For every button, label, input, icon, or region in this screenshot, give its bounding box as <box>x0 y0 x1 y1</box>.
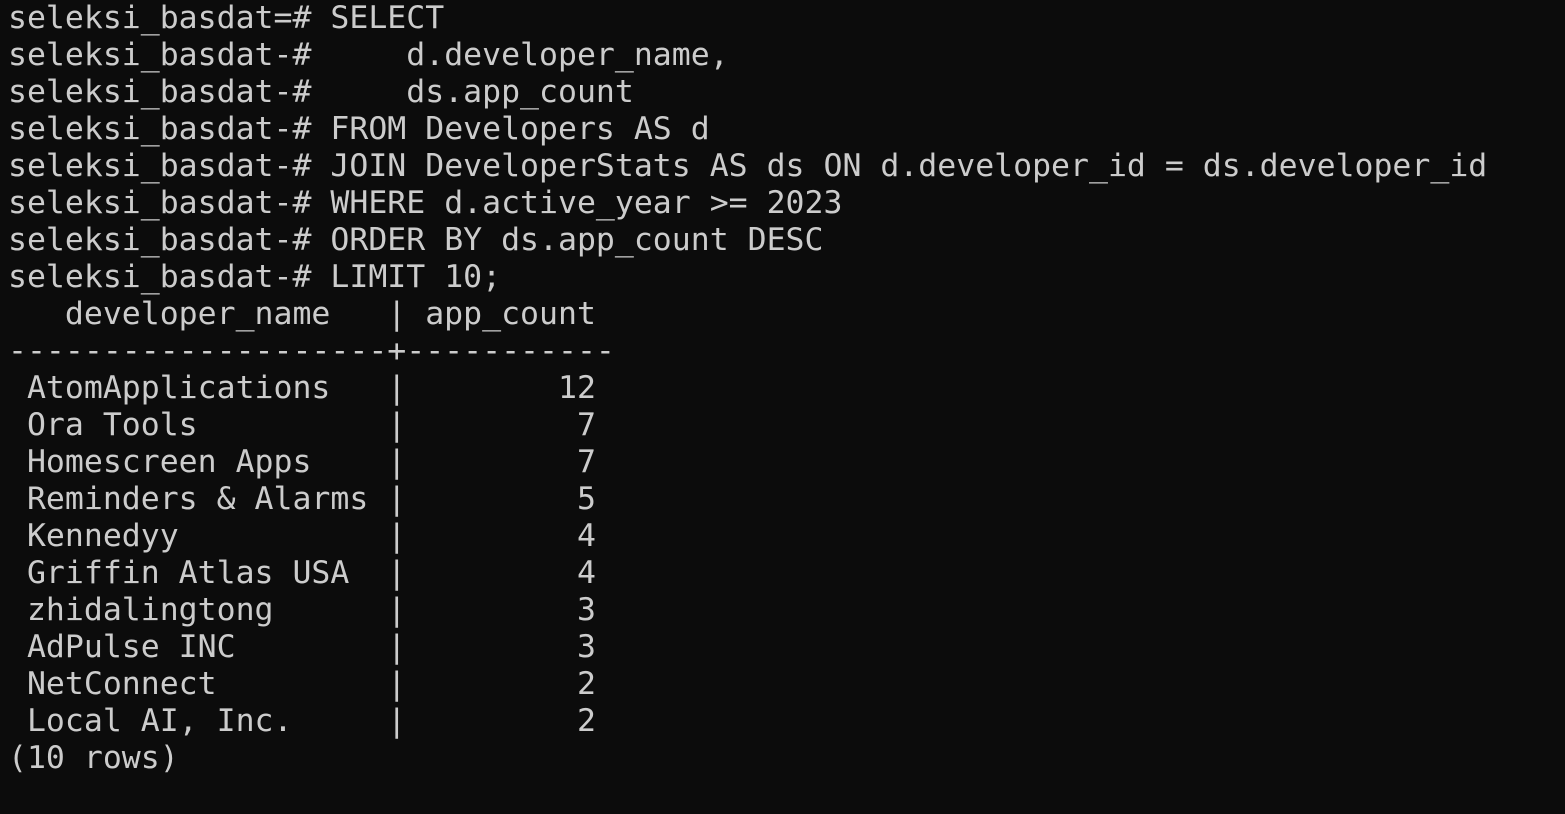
prompt: seleksi_basdat-# <box>8 259 331 295</box>
prompt: seleksi_basdat-# <box>8 74 331 110</box>
prompt: seleksi_basdat-# <box>8 185 331 221</box>
query-text: LIMIT 10; <box>330 259 502 295</box>
result-footer: (10 rows) <box>8 740 179 776</box>
query-text: WHERE d.active_year >= 2023 <box>330 185 843 221</box>
result-row: Ora Tools | 7 <box>8 407 596 443</box>
result-row: AtomApplications | 12 <box>8 370 596 406</box>
result-row: AdPulse INC | 3 <box>8 629 596 665</box>
query-line: seleksi_basdat-# JOIN DeveloperStats AS … <box>8 148 1565 185</box>
result-row: zhidalingtong | 3 <box>8 592 596 628</box>
query-line: seleksi_basdat-# ds.app_count <box>8 74 1565 111</box>
query-text: d.developer_name, <box>330 37 729 73</box>
query-line: seleksi_basdat-# LIMIT 10; <box>8 259 1565 296</box>
result-row: Kennedyy | 4 <box>8 518 596 554</box>
query-text: JOIN DeveloperStats AS ds ON d.developer… <box>330 148 1488 184</box>
result-row: Griffin Atlas USA | 4 <box>8 555 596 591</box>
prompt: seleksi_basdat=# <box>8 0 331 36</box>
query-text: SELECT <box>330 0 445 36</box>
query-line: seleksi_basdat-# ORDER BY ds.app_count D… <box>8 222 1565 259</box>
prompt: seleksi_basdat-# <box>8 111 331 147</box>
result-row: Reminders & Alarms | 5 <box>8 481 596 517</box>
query-text: FROM Developers AS d <box>330 111 710 147</box>
prompt: seleksi_basdat-# <box>8 148 331 184</box>
query-text: ds.app_count <box>330 74 634 110</box>
query-line: seleksi_basdat-# WHERE d.active_year >= … <box>8 185 1565 222</box>
result-row: Local AI, Inc. | 2 <box>8 703 596 739</box>
terminal-window[interactable]: seleksi_basdat=# SELECT seleksi_basdat-#… <box>0 0 1565 814</box>
prompt: seleksi_basdat-# <box>8 37 331 73</box>
result-separator: --------------------+----------- <box>8 333 615 369</box>
result-row: Homescreen Apps | 7 <box>8 444 596 480</box>
query-line: seleksi_basdat-# FROM Developers AS d <box>8 111 1565 148</box>
query-line: seleksi_basdat=# SELECT <box>8 0 1565 37</box>
query-line: seleksi_basdat-# d.developer_name, <box>8 37 1565 74</box>
query-text: ORDER BY ds.app_count DESC <box>330 222 824 258</box>
prompt: seleksi_basdat-# <box>8 222 331 258</box>
result-header: developer_name | app_count <box>8 296 596 332</box>
result-row: NetConnect | 2 <box>8 666 596 702</box>
